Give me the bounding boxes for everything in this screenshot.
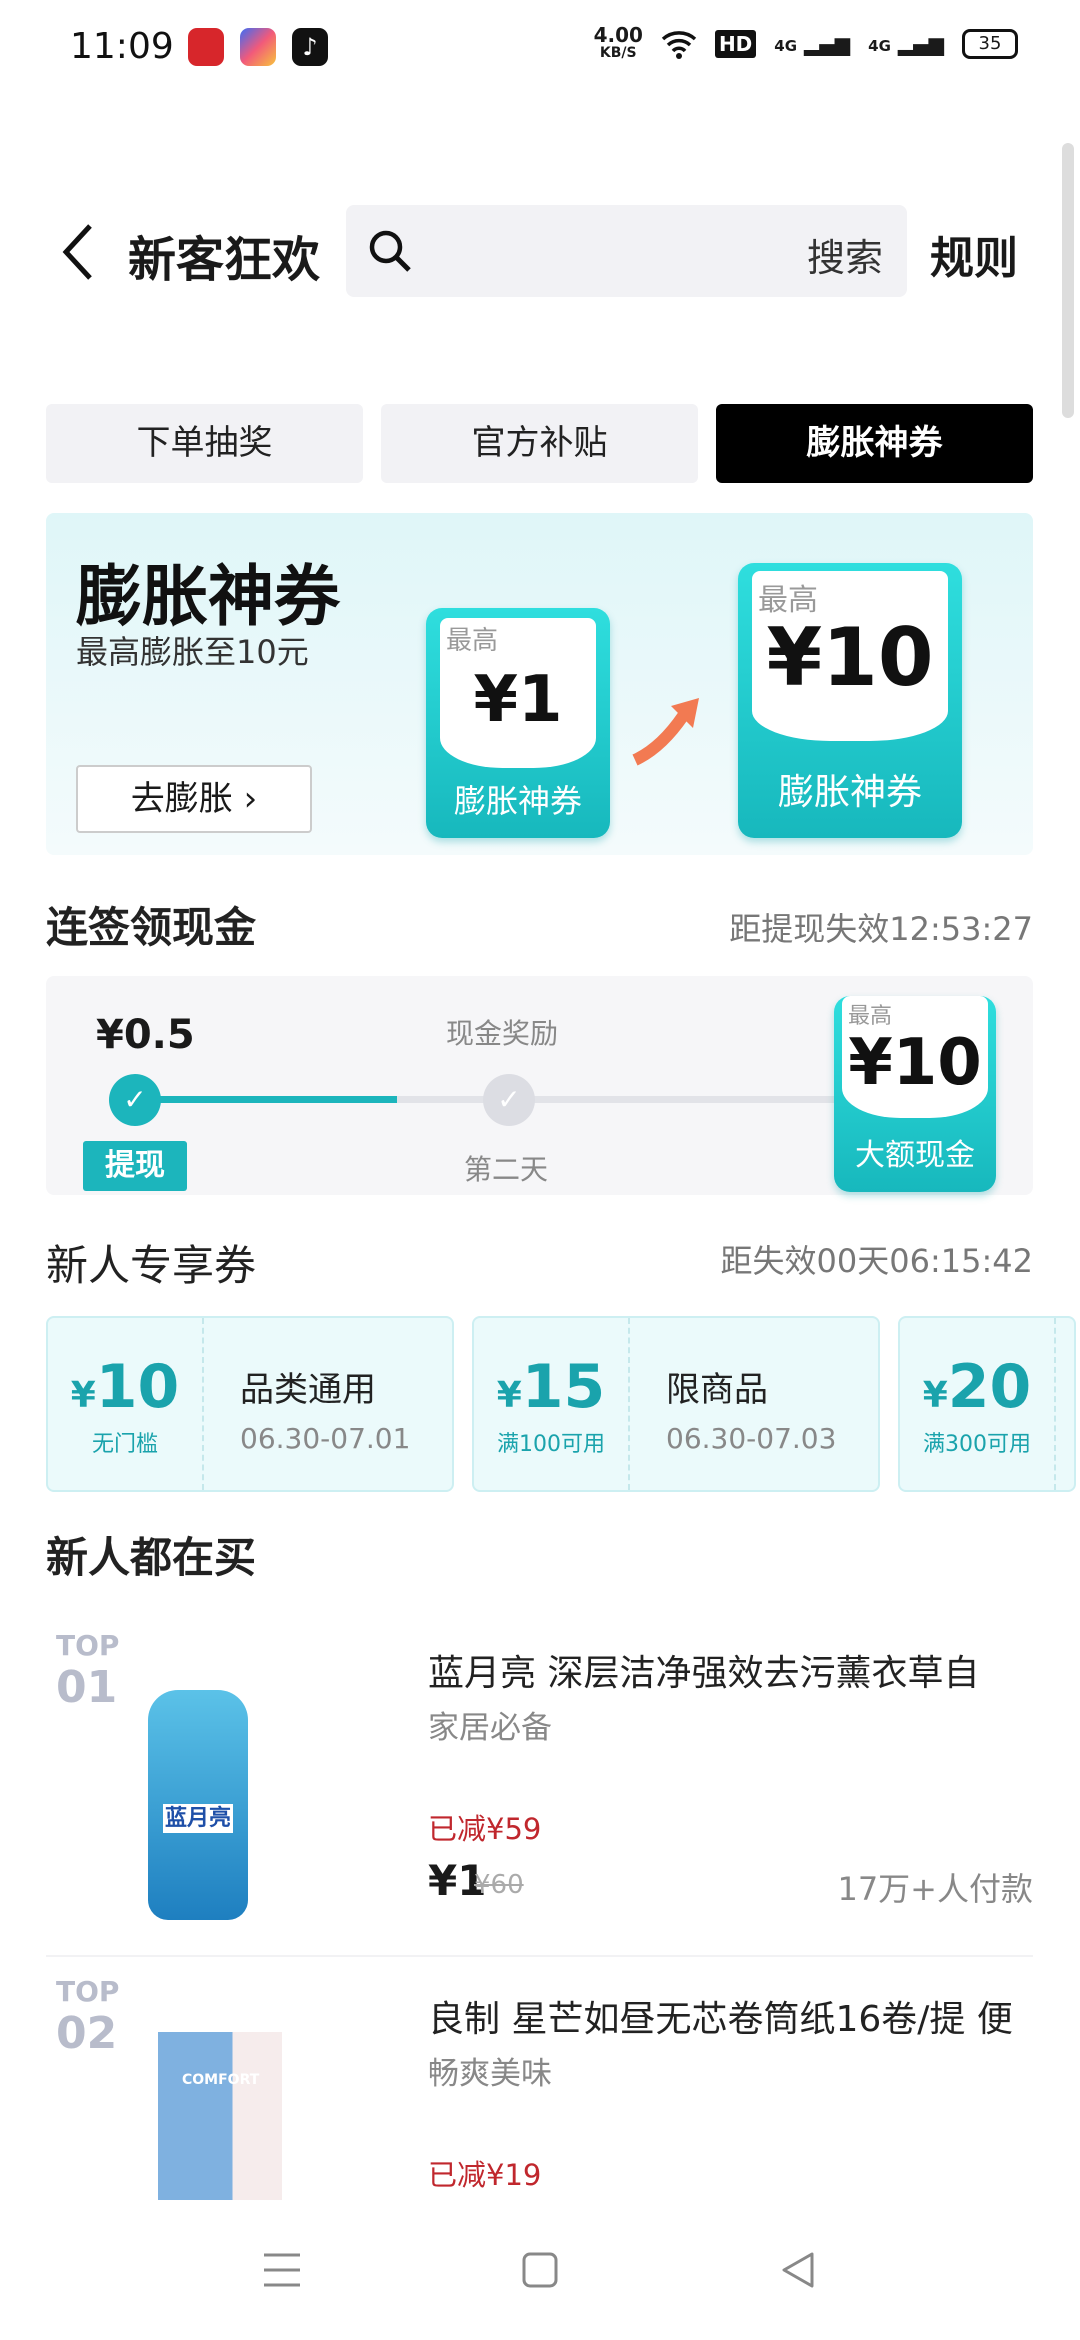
- arrow-up-icon: [632, 698, 699, 766]
- coupon-currency: ¥: [70, 1375, 96, 1416]
- menu-icon[interactable]: [262, 2252, 302, 2288]
- coupon-date: 06.30-07.03: [666, 1422, 837, 1455]
- grand-amount: ¥10: [848, 1026, 982, 1100]
- coupon-condition: 满100可用: [497, 1432, 605, 1457]
- rank-label: TOP: [56, 1975, 120, 2008]
- search-icon: [369, 230, 411, 272]
- product-tag: 畅爽美味: [428, 2056, 552, 2092]
- signal-2-label: 4G: [868, 37, 891, 55]
- tab-order-lottery[interactable]: 下单抽奖: [46, 404, 363, 483]
- status-icons: 4.00 KB/S HD 4G ▂▄▆ 4G ▂▄▆ 35: [593, 23, 1018, 62]
- coupon-card[interactable]: ¥20 满300可用: [898, 1316, 1076, 1492]
- product-item[interactable]: TOP 02 COMFORT 良制 星芒如昼无芯卷筒纸16卷/提 便 畅爽美味 …: [0, 1966, 1080, 2200]
- coupon-amount: 10: [95, 1352, 180, 1422]
- coupon-card-small: 最高 ¥1 膨胀神券: [426, 608, 610, 838]
- coupon-card[interactable]: ¥15 满100可用 限商品 06.30-07.03: [472, 1316, 880, 1492]
- product-image-brand: 蓝月亮: [162, 1804, 233, 1833]
- net-speed: 4.00 KB/S: [593, 23, 643, 62]
- scrollbar[interactable]: [1062, 143, 1074, 418]
- coupons-countdown: 距失效00天06:15:42: [720, 1242, 1033, 1280]
- grand-label: 大额现金: [855, 1138, 975, 1173]
- coupon-currency: ¥: [496, 1375, 522, 1416]
- divider: [46, 1955, 1033, 1957]
- app-icon: [240, 28, 276, 66]
- hd-icon: HD: [714, 30, 757, 58]
- banner-title: 膨胀神券: [76, 558, 340, 635]
- rules-button[interactable]: 规则: [930, 222, 1018, 286]
- product-saved: 已减¥59: [428, 1812, 542, 1846]
- search-input[interactable]: 搜索: [346, 205, 907, 297]
- coupon-condition: 无门槛: [91, 1432, 158, 1457]
- day2-label: 第二天: [464, 1153, 549, 1186]
- coupon-card[interactable]: ¥10 无门槛 品类通用 06.30-07.01: [46, 1316, 454, 1492]
- coupon-card-big: 最高 ¥10 膨胀神券: [738, 563, 962, 838]
- product-title: 良制 星芒如昼无芯卷筒纸16卷/提 便: [428, 1999, 1013, 2040]
- signal-1-label: 4G: [774, 37, 798, 55]
- rank-number: 02: [56, 2008, 118, 2059]
- banner-subtitle: 最高膨胀至10元: [76, 633, 309, 671]
- product-sales: 17万+人付款: [837, 1870, 1033, 1908]
- card-big-amount: ¥10: [766, 611, 934, 704]
- product-tag: 家居必备: [428, 1710, 552, 1746]
- tab-inflation-coupon[interactable]: 膨胀神券: [716, 404, 1033, 483]
- signal-2-icon: 4G ▂▄▆: [868, 32, 944, 56]
- go-inflate-button[interactable]: 去膨胀 ›: [76, 765, 312, 833]
- product-title: 蓝月亮 深层洁净强效去污薰衣草自: [428, 1653, 980, 1694]
- back-nav-icon[interactable]: [780, 2252, 816, 2288]
- battery-icon: 35: [962, 29, 1018, 59]
- card-small-amount: ¥1: [473, 663, 563, 737]
- check-icon-day2: ✓: [483, 1074, 535, 1126]
- tiktok-icon: ♪: [292, 28, 328, 66]
- wifi-icon: [661, 31, 697, 59]
- products-title: 新人都在买: [46, 1533, 257, 1582]
- status-bar: 11:09 ♪ 4.00 KB/S HD 4G ▂▄▆ 4G ▂▄▆ 35: [0, 0, 1080, 95]
- card-big-label: 膨胀神券: [777, 772, 922, 813]
- system-nav-bar: [0, 2200, 1080, 2340]
- coupons-title: 新人专享券: [46, 1241, 257, 1290]
- card-small-label: 膨胀神券: [453, 782, 582, 820]
- coupon-date: 06.30-07.01: [240, 1422, 411, 1455]
- promo-banner[interactable]: 膨胀神券 最高膨胀至10元 去膨胀 › 最高 ¥1 膨胀神券 最高 ¥10 膨胀…: [46, 513, 1033, 855]
- net-speed-value: 4.00: [593, 23, 643, 47]
- signal-1-icon: 4G ▂▄▆: [774, 32, 851, 56]
- product-item[interactable]: TOP 01 蓝月亮 蓝月亮 深层洁净强效去污薰衣草自 家居必备 已减¥59 ¥…: [0, 1620, 1080, 1950]
- product-image: 蓝月亮: [148, 1690, 248, 1920]
- home-icon[interactable]: [522, 2252, 558, 2288]
- status-time: 11:09: [70, 26, 174, 67]
- check-icon-day1: ✓: [109, 1074, 161, 1126]
- signin-title: 连签领现金: [46, 903, 257, 952]
- page-title: 新客狂欢: [128, 232, 321, 288]
- coupon-currency: ¥: [922, 1375, 948, 1416]
- withdraw-button[interactable]: 提现: [83, 1141, 187, 1191]
- coupon-name: 品类通用: [240, 1370, 376, 1410]
- back-icon[interactable]: [58, 222, 98, 282]
- coupon-condition: 满300可用: [923, 1432, 1031, 1457]
- coupon-amount: 15: [521, 1352, 606, 1422]
- net-speed-unit: KB/S: [599, 45, 637, 61]
- rank-number: 01: [56, 1662, 118, 1713]
- bank-app-icon: [188, 28, 224, 66]
- signin-countdown: 距提现失效12:53:27: [729, 910, 1033, 948]
- signin-card: ¥0.5 现金奖励 ✓ ✓ 提现 第二天 最高 ¥10 大额现金: [46, 976, 1033, 1195]
- product-image-brand: COMFORT: [182, 2072, 260, 2088]
- product-image: COMFORT: [158, 2032, 282, 2200]
- coupon-name: 限商品: [666, 1370, 768, 1410]
- reward-label: 现金奖励: [446, 1017, 559, 1050]
- product-original-price: ¥60: [474, 1870, 524, 1900]
- rank-label: TOP: [56, 1629, 120, 1662]
- coupon-amount: 20: [947, 1352, 1032, 1422]
- day1-amount: ¥0.5: [96, 1012, 195, 1058]
- product-saved: 已减¥19: [428, 2158, 542, 2192]
- card-small-prefix: 最高: [446, 626, 499, 656]
- chevron-right-icon: ›: [243, 779, 258, 819]
- tab-official-subsidy[interactable]: 官方补贴: [381, 404, 698, 483]
- progress-fill: [136, 1096, 397, 1103]
- grand-cash-card: 最高 ¥10 大额现金: [834, 996, 996, 1192]
- go-inflate-label: 去膨胀: [130, 779, 233, 819]
- search-placeholder[interactable]: 搜索: [807, 227, 883, 282]
